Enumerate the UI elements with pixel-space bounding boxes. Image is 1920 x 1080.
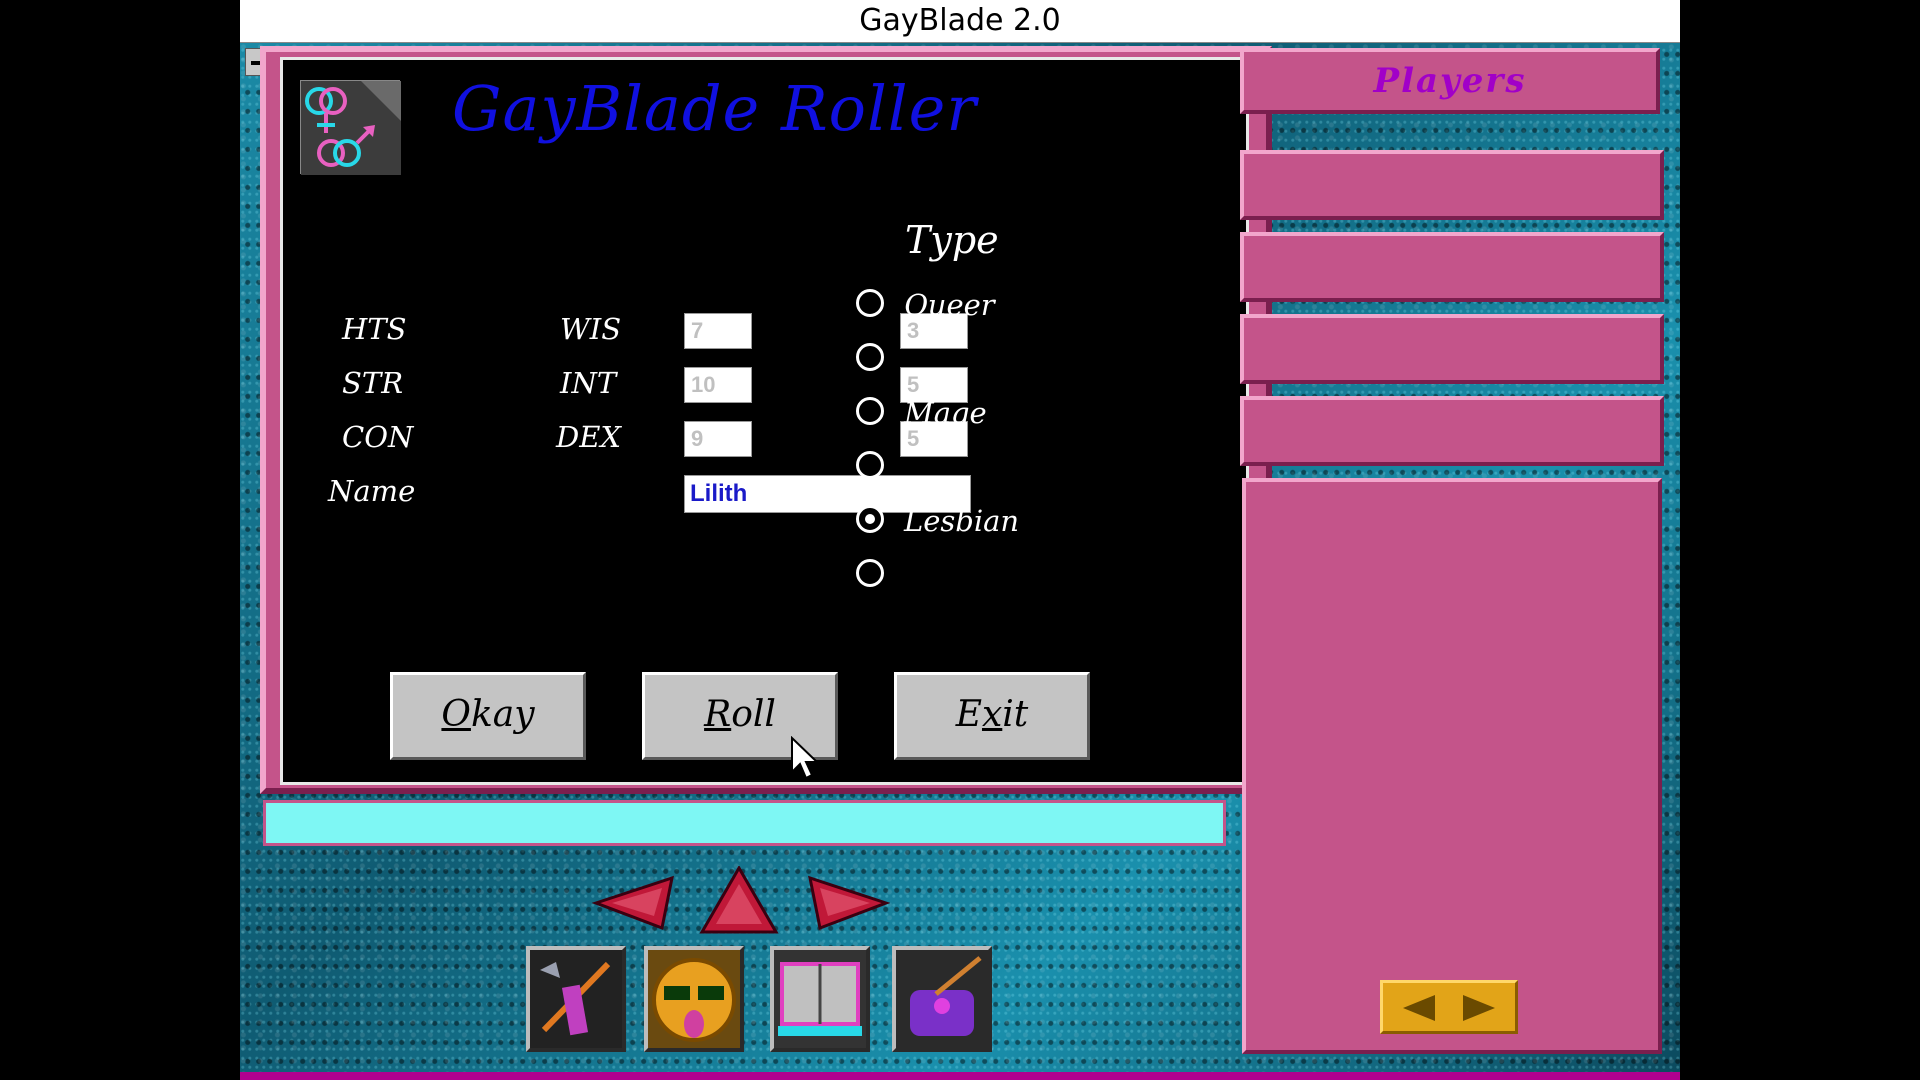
pager-left-icon[interactable] [1397,991,1443,1025]
up-arrow-icon[interactable] [694,865,784,936]
mouse-cursor-icon [790,735,820,782]
int-label: INT [560,366,617,400]
type-radio-6[interactable] [856,559,884,587]
hts-label: HTS [342,312,407,346]
weapons-icon[interactable] [526,946,626,1052]
wis-label: WIS [560,312,622,346]
okay-button[interactable]: Okay [390,672,586,760]
type-label-mage: Mage [904,396,987,430]
bottom-border [240,1072,1680,1080]
spellbook-icon[interactable] [770,946,870,1052]
exit-button-label-start: E [955,694,982,735]
name-label: Name [328,474,416,508]
right-arrow-icon[interactable] [800,868,891,938]
type-radio-2[interactable] [856,343,884,371]
gender-symbols-logo-icon [300,80,401,175]
window-title-bar: GayBlade 2.0 [240,0,1680,43]
exit-button[interactable]: Exit [894,672,1090,760]
roller-title: GayBlade Roller [452,72,977,145]
players-header: Players [1240,48,1660,114]
con-value: 9 [684,421,752,457]
players-title: Players [1373,61,1527,101]
type-label-lesbian: Lesbian [904,504,1020,538]
type-radio-mage[interactable] [856,397,884,425]
type-radio-4[interactable] [856,451,884,479]
str-label: STR [342,366,404,400]
status-bar [263,800,1226,846]
app-window: GayBlade 2.0 GayBlade Roller HTS STR CON… [240,0,1680,1080]
player-slot-1[interactable] [1240,150,1664,220]
player-slot-2[interactable] [1240,232,1664,302]
type-label-queer: Queer [904,288,995,322]
str-value: 10 [684,367,752,403]
player-slot-4[interactable] [1240,396,1664,466]
hts-value: 7 [684,313,752,349]
con-label: CON [342,420,414,454]
pager-right-icon[interactable] [1455,991,1501,1025]
type-radio-queer[interactable] [856,289,884,317]
type-heading: Type [905,218,999,262]
roll-button-mnemonic: R [704,694,732,735]
roll-button-label: oll [731,694,776,735]
character-face-icon[interactable] [644,946,744,1052]
window-title: GayBlade 2.0 [859,3,1061,38]
exit-button-label-end: it [1002,694,1029,735]
inventory-bag-icon[interactable] [892,946,992,1052]
okay-button-mnemonic: O [441,694,471,735]
dex-label: DEX [556,420,622,454]
type-radio-lesbian[interactable] [856,505,884,533]
exit-button-mnemonic: x [981,694,1003,735]
okay-button-label: kay [470,694,535,735]
left-arrow-icon[interactable] [591,868,682,938]
player-slot-3[interactable] [1240,314,1664,384]
player-pager [1380,980,1518,1034]
player-detail-panel [1242,478,1662,1054]
